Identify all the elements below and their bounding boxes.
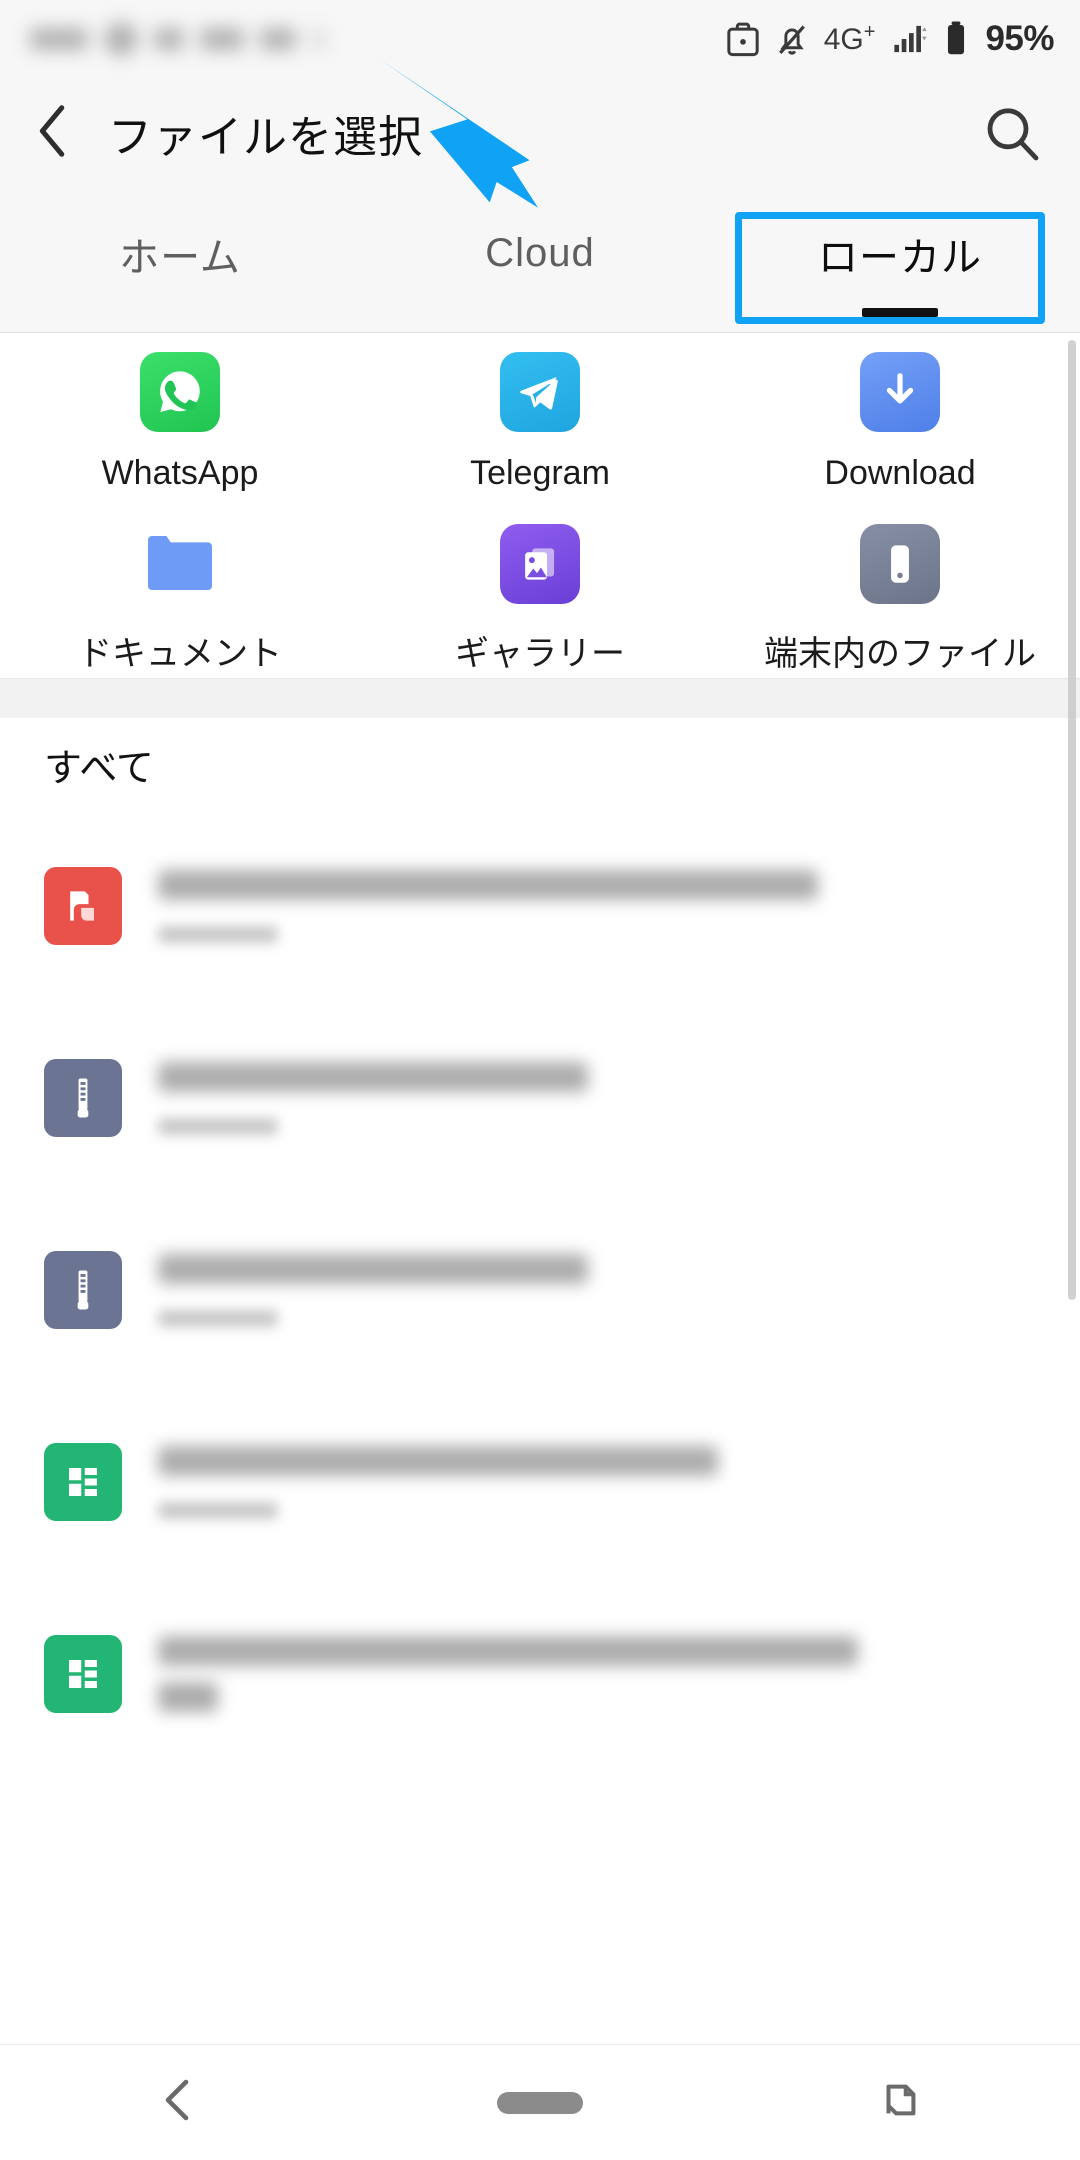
file-name-redacted-line2 — [158, 1682, 218, 1712]
signal-bars-icon — [889, 20, 929, 58]
telegram-icon — [500, 352, 580, 432]
pdf-file-icon — [44, 867, 122, 945]
gallery-icon — [500, 524, 580, 604]
list-item[interactable] — [0, 1002, 1080, 1194]
list-item-text — [158, 1445, 1040, 1519]
work-profile-icon — [726, 20, 760, 58]
list-item-text — [158, 1253, 1040, 1327]
section-header-label: すべて — [44, 747, 154, 790]
shortcut-whatsapp[interactable]: WhatsApp — [0, 334, 360, 506]
spreadsheet-file-icon — [44, 1443, 122, 1521]
tab-bar: ホーム Cloud ローカル — [0, 188, 1080, 333]
tab-indicator — [862, 308, 938, 317]
file-meta-redacted — [158, 1309, 278, 1327]
nav-home-button[interactable] — [440, 2045, 640, 2160]
shortcut-label: Download — [824, 454, 976, 492]
zip-file-icon — [44, 1251, 122, 1329]
file-name-redacted — [158, 1253, 588, 1284]
zip-file-icon — [44, 1059, 122, 1137]
list-item-text — [158, 1061, 1040, 1135]
list-item[interactable] — [0, 1578, 1080, 1770]
list-item[interactable] — [0, 810, 1080, 1002]
app-bar: ファイルを選択 — [0, 78, 1080, 188]
download-icon — [860, 352, 940, 432]
shortcut-gallery[interactable]: ギャラリー — [360, 506, 720, 678]
shortcut-label: 端末内のファイル — [764, 635, 1036, 673]
file-name-redacted — [158, 869, 818, 900]
shortcut-telegram[interactable]: Telegram — [360, 334, 720, 506]
tab-home[interactable]: ホーム — [0, 188, 360, 333]
list-item[interactable] — [0, 1386, 1080, 1578]
file-name-redacted — [158, 1061, 588, 1092]
shortcut-grid: WhatsApp Telegram Download ドキュメント ギャラリー — [0, 334, 1080, 678]
list-item-text — [158, 869, 1040, 943]
shortcut-label: ドキュメント — [78, 635, 282, 673]
file-name-redacted — [158, 1636, 858, 1666]
battery-icon — [943, 20, 969, 58]
network-type-label: 4G+ — [823, 21, 876, 56]
nav-recents-button[interactable] — [800, 2045, 1000, 2160]
chevron-left-icon — [30, 100, 78, 167]
phone-screen: 4G+ 95% ファイルを選択 ホーム Cloud ローカル WhatsApp … — [0, 0, 1080, 2160]
nav-home-pill — [497, 2091, 583, 2114]
whatsapp-icon — [140, 352, 220, 432]
section-divider — [0, 678, 1080, 720]
battery-percent-label: 95% — [985, 19, 1054, 58]
search-button[interactable] — [974, 98, 1050, 174]
shortcut-device-storage[interactable]: 端末内のファイル — [720, 506, 1080, 678]
search-icon — [980, 102, 1044, 171]
vertical-scrollbar[interactable] — [1068, 340, 1076, 1300]
shortcut-documents[interactable]: ドキュメント — [0, 506, 360, 678]
shortcut-label: WhatsApp — [101, 454, 259, 492]
tab-local[interactable]: ローカル — [720, 188, 1080, 333]
tab-label: ローカル — [818, 235, 982, 280]
shortcut-download[interactable]: Download — [720, 334, 1080, 506]
device-storage-icon — [860, 524, 940, 604]
spreadsheet-file-icon — [44, 1635, 122, 1713]
file-meta-redacted — [158, 1117, 278, 1135]
page-title: ファイルを選択 — [108, 113, 423, 162]
nav-back-button[interactable] — [80, 2045, 280, 2160]
file-meta-redacted — [158, 1501, 278, 1519]
section-header: すべて — [0, 718, 1080, 810]
nav-recents-icon — [877, 2074, 923, 2131]
shortcut-label: Telegram — [470, 454, 610, 492]
status-bar: 4G+ 95% — [0, 0, 1080, 78]
file-name-redacted — [158, 1445, 718, 1476]
file-meta-redacted — [158, 925, 278, 943]
shortcut-label: ギャラリー — [455, 635, 625, 673]
tab-cloud[interactable]: Cloud — [360, 188, 720, 333]
status-bar-left-blurred — [30, 22, 326, 56]
status-bar-right: 4G+ 95% — [726, 19, 1054, 59]
notifications-muted-icon — [774, 20, 810, 58]
list-item[interactable] — [0, 1194, 1080, 1386]
back-button[interactable] — [0, 78, 108, 188]
tab-label: ホーム — [119, 235, 241, 280]
tab-label: Cloud — [485, 231, 595, 275]
system-nav-bar — [0, 2044, 1080, 2160]
folder-icon — [140, 524, 220, 604]
list-item-text — [158, 1636, 1040, 1712]
file-list — [0, 810, 1080, 2040]
nav-back-icon — [158, 2074, 202, 2131]
